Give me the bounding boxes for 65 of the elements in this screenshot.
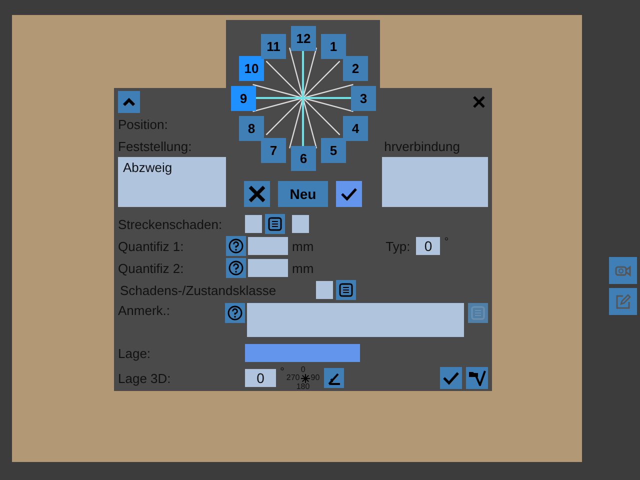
checkmark-icon (340, 187, 358, 201)
new-button[interactable]: Neu (278, 181, 328, 207)
quantity-2-label: Quantifiz 2: (118, 260, 185, 276)
clock-hour-button[interactable]: 7 (261, 138, 286, 163)
quantity-1-field[interactable] (248, 237, 288, 255)
help-button[interactable] (226, 236, 246, 256)
help-button[interactable] (226, 258, 246, 278)
position-angle-label: Lage: (118, 346, 152, 360)
finding-list-field[interactable]: Abzweig (118, 157, 228, 207)
type-field[interactable]: 0 (416, 237, 440, 255)
clock-hour-button[interactable]: 12 (291, 26, 316, 51)
collapse-button[interactable] (118, 91, 140, 113)
section-damage-field[interactable] (245, 215, 262, 233)
close-icon[interactable] (473, 96, 485, 108)
degree-label: ° (444, 236, 449, 248)
chevron-up-icon (122, 97, 136, 107)
position-label: Position: (118, 116, 168, 132)
compass-label: 270 (286, 374, 300, 382)
compass-label: 0 (300, 366, 306, 374)
compass-label: 90 (310, 374, 320, 382)
angle-button[interactable] (324, 368, 344, 388)
list-button[interactable] (336, 280, 356, 300)
section-damage-code-field[interactable] (292, 215, 309, 233)
section-damage-label: Streckenschaden: (118, 216, 224, 232)
finding-text: hrverbindung (384, 138, 460, 154)
folder-check-icon (468, 370, 486, 386)
clock-hour-button[interactable]: 11 (261, 34, 286, 60)
edit-button[interactable] (609, 288, 637, 315)
remark-label: Anmerk.: (118, 303, 172, 318)
clock-hour-button[interactable]: 8 (239, 116, 264, 141)
damage-class-field[interactable] (316, 281, 333, 299)
star-icon (300, 374, 310, 382)
position-3d-label: Lage 3D: (118, 370, 172, 386)
unit-label: mm (292, 238, 314, 254)
degree-label: ° (280, 366, 284, 378)
clock-hour-button[interactable]: 3 (351, 86, 376, 111)
clock-hour-button[interactable]: 4 (342, 116, 368, 141)
type-label: Typ: (386, 238, 410, 254)
clock-hour-button[interactable]: 1 (321, 34, 346, 60)
remark-field[interactable] (247, 303, 464, 337)
finding-detail-field[interactable] (382, 157, 488, 207)
finding-label: Feststellung: (118, 138, 192, 154)
compass-label: 180 (296, 382, 310, 390)
damage-class-label: Schadens-/Zustandsklasse (119, 282, 278, 298)
clock-hour-button[interactable]: 2 (342, 56, 368, 81)
quantity-1-label: Quantifiz 1: (118, 238, 185, 254)
video-camera-icon (615, 264, 631, 278)
help-button[interactable] (225, 303, 246, 323)
clock-hour-button[interactable]: 9 (231, 86, 256, 111)
position-3d-field[interactable]: 0 (245, 369, 276, 387)
clock-hour-button[interactable]: 6 (291, 146, 316, 171)
unit-label: mm (292, 260, 314, 276)
edit-icon (615, 294, 631, 310)
cancel-button[interactable] (244, 181, 270, 207)
close-icon (248, 185, 266, 203)
checkmark-icon (443, 371, 459, 385)
position-angle-field[interactable] (245, 344, 360, 362)
quantity-2-field[interactable] (248, 259, 288, 277)
clock-hour-button[interactable]: 10 (239, 56, 264, 81)
save-confirm-button[interactable] (466, 367, 488, 389)
confirm-button[interactable] (336, 181, 362, 207)
confirm-button[interactable] (440, 367, 462, 389)
list-button[interactable] (265, 214, 285, 234)
camera-button[interactable] (609, 257, 637, 284)
clock-hour-button[interactable]: 5 (321, 138, 346, 163)
